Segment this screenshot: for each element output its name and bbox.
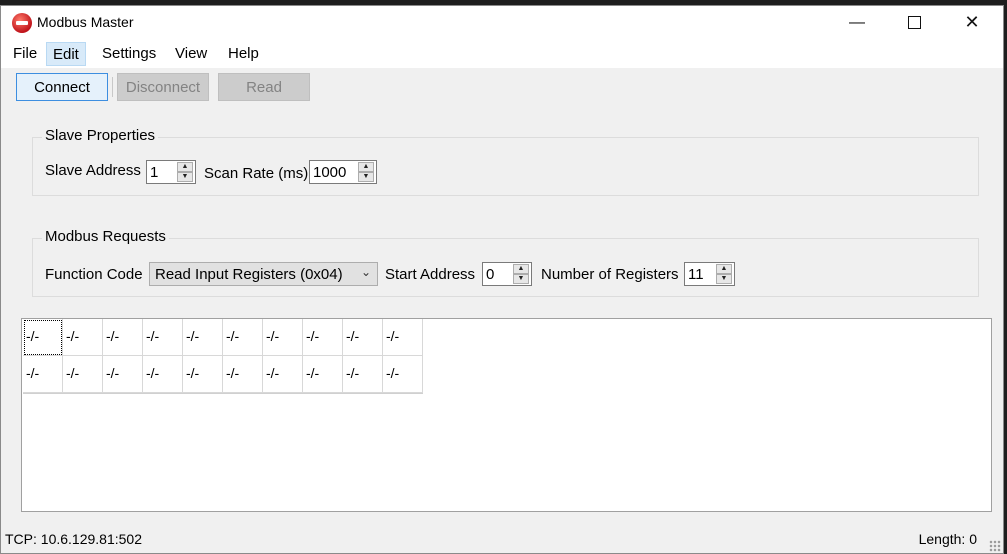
number-of-registers-value: 11 xyxy=(688,266,704,283)
disconnect-button[interactable]: Disconnect xyxy=(117,73,209,101)
main-window: Modbus Master — ✕ File Edit Settings Vie… xyxy=(0,5,1004,554)
toolbar: Connect Disconnect Read xyxy=(1,68,1003,108)
menu-file[interactable]: File xyxy=(7,42,43,66)
spin-up-icon[interactable]: ▲ xyxy=(177,162,193,172)
maximize-button[interactable] xyxy=(891,6,937,39)
close-icon: ✕ xyxy=(964,12,980,32)
minimize-button[interactable]: — xyxy=(834,6,880,39)
grid-cell[interactable]: -/- xyxy=(263,319,303,356)
grid-cell[interactable]: -/- xyxy=(223,319,263,356)
slave-address-label: Slave Address xyxy=(45,162,141,179)
grid-cell[interactable]: -/- xyxy=(383,356,423,393)
grid-cell[interactable]: -/- xyxy=(143,319,183,356)
grid-cell[interactable]: -/- xyxy=(23,356,63,393)
grid-cell[interactable]: -/- xyxy=(103,319,143,356)
grid-cell[interactable]: -/- xyxy=(103,356,143,393)
menu-view[interactable]: View xyxy=(169,42,213,66)
slave-address-value: 1 xyxy=(150,164,159,181)
start-address-spinner[interactable]: 0 ▲ ▼ xyxy=(482,262,532,286)
toolbar-separator xyxy=(112,77,113,97)
grid-cell[interactable]: -/- xyxy=(223,356,263,393)
spin-down-icon[interactable]: ▼ xyxy=(358,172,374,182)
grid-cell[interactable]: -/- xyxy=(343,319,383,356)
grid-cell[interactable]: -/- xyxy=(23,319,63,356)
grid-cell[interactable]: -/- xyxy=(303,356,343,393)
number-of-registers-spinner[interactable]: 11 ▲ ▼ xyxy=(684,262,735,286)
register-grid[interactable]: -/- -/- -/- -/- -/- -/- -/- -/- -/- -/- -/- -/- -/- -… xyxy=(21,318,992,512)
scan-rate-label: Scan Rate (ms) xyxy=(204,165,309,182)
spin-down-icon[interactable]: ▼ xyxy=(177,172,193,182)
spin-down-icon[interactable]: ▼ xyxy=(513,274,529,284)
spin-up-icon[interactable]: ▲ xyxy=(513,264,529,274)
modbus-app-icon xyxy=(12,13,32,33)
grid-cell[interactable]: -/- xyxy=(183,356,223,393)
slave-address-spinner[interactable]: 1 ▲ ▼ xyxy=(146,160,196,184)
connection-status: TCP: 10.6.129.81:502 xyxy=(5,531,142,547)
menu-bar: File Edit Settings View Help xyxy=(1,39,1003,68)
menu-help[interactable]: Help xyxy=(222,42,265,66)
grid-cell[interactable]: -/- xyxy=(303,319,343,356)
start-address-label: Start Address xyxy=(385,266,476,283)
grid-cell[interactable]: -/- xyxy=(343,356,383,393)
menu-settings[interactable]: Settings xyxy=(96,42,162,66)
read-button[interactable]: Read xyxy=(218,73,310,101)
length-status: Length: 0 xyxy=(918,531,977,547)
slave-properties-title: Slave Properties xyxy=(42,127,159,144)
start-address-value: 0 xyxy=(486,266,495,283)
connect-button[interactable]: Connect xyxy=(16,73,108,101)
grid-cell[interactable]: -/- xyxy=(63,319,103,356)
number-of-registers-label: Number of Registers xyxy=(541,266,679,283)
menu-edit[interactable]: Edit xyxy=(46,42,86,66)
function-code-label: Function Code xyxy=(45,266,143,283)
resize-grip-icon[interactable] xyxy=(989,540,1001,552)
function-code-select[interactable]: Read Input Registers (0x04) ⌄ xyxy=(149,262,378,286)
grid-cell[interactable]: -/- xyxy=(263,356,303,393)
function-code-value: Read Input Registers (0x04) xyxy=(155,266,343,283)
scan-rate-value: 1000 xyxy=(313,164,347,181)
slave-properties-group: Slave Properties Slave Address 1 ▲ ▼ Scan… xyxy=(32,127,979,196)
window-title: Modbus Master xyxy=(37,14,134,30)
spin-up-icon[interactable]: ▲ xyxy=(716,264,732,274)
register-table: -/- -/- -/- -/- -/- -/- -/- -/- -/- -/- -/- -/- -/- -… xyxy=(23,319,423,394)
close-button[interactable]: ✕ xyxy=(949,6,995,39)
modbus-requests-title: Modbus Requests xyxy=(42,228,169,245)
spin-down-icon[interactable]: ▼ xyxy=(716,274,732,284)
status-bar: TCP: 10.6.129.81:502 Length: 0 xyxy=(1,524,1003,554)
grid-cell[interactable]: -/- xyxy=(183,319,223,356)
title-bar[interactable]: Modbus Master — ✕ xyxy=(1,6,1003,39)
modbus-requests-group: Modbus Requests Function Code Read Input… xyxy=(32,228,979,297)
grid-cell[interactable]: -/- xyxy=(383,319,423,356)
chevron-down-icon: ⌄ xyxy=(360,265,371,279)
maximize-icon xyxy=(907,16,921,30)
spin-up-icon[interactable]: ▲ xyxy=(358,162,374,172)
grid-cell[interactable]: -/- xyxy=(63,356,103,393)
scan-rate-spinner[interactable]: 1000 ▲ ▼ xyxy=(309,160,377,184)
minimize-icon: — xyxy=(849,14,865,31)
grid-cell[interactable]: -/- xyxy=(143,356,183,393)
